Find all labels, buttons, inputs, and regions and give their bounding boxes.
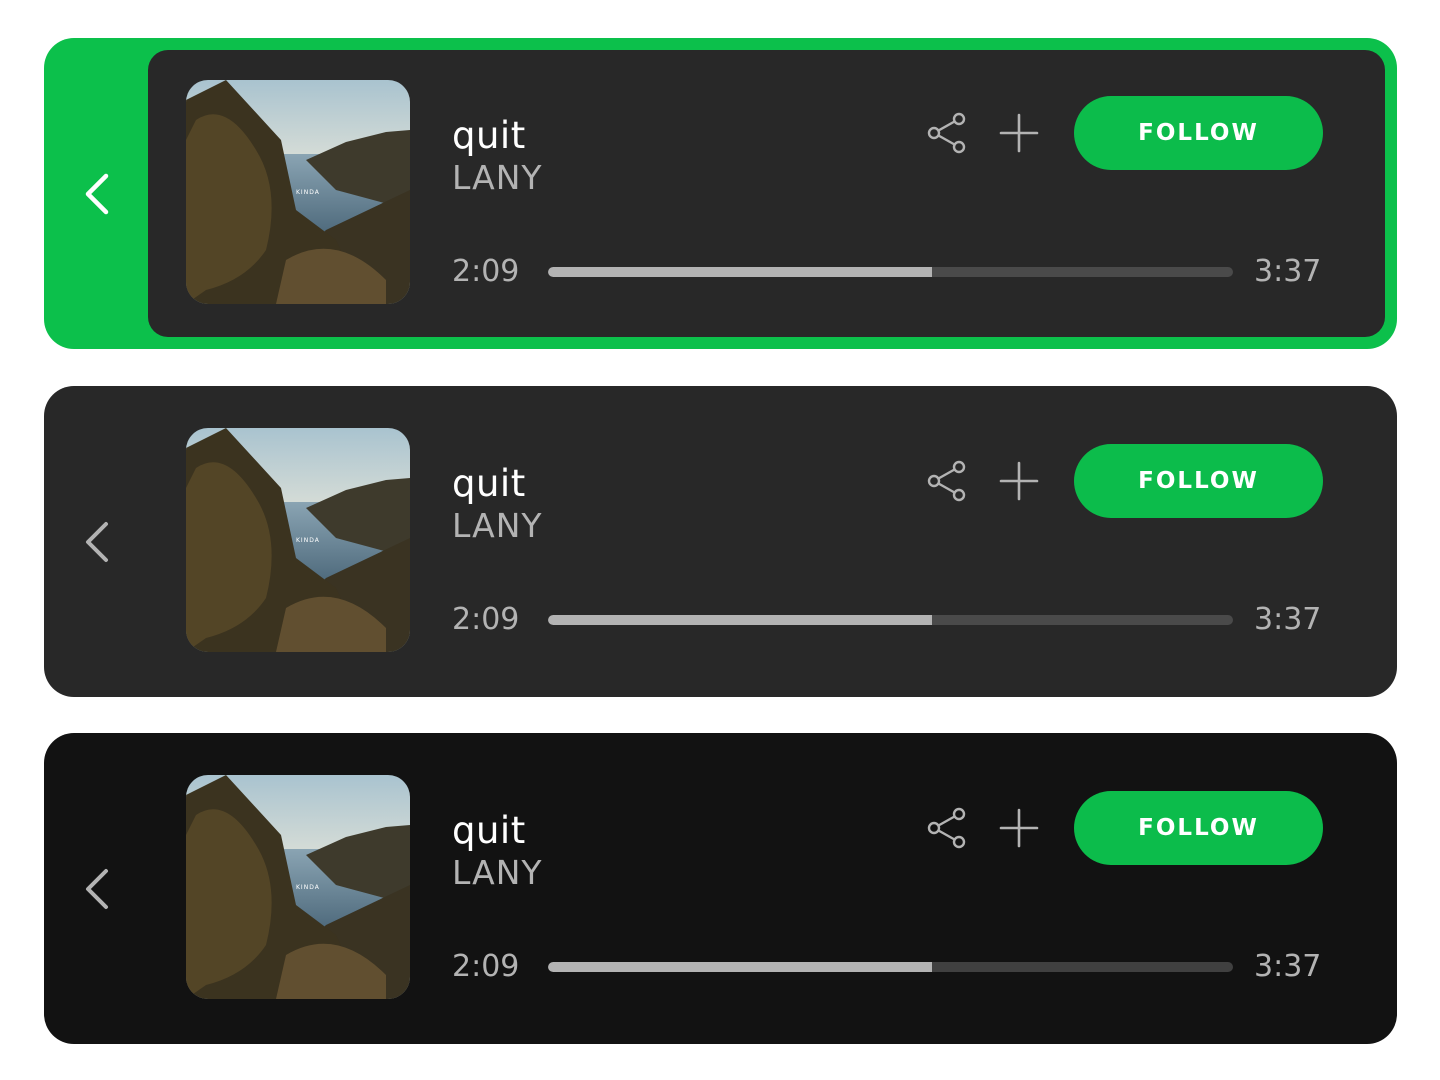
- album-art: KINDA: [186, 775, 410, 999]
- player-card-highlighted: KINDA quit LANY FOLLOW 2:09 3:37: [44, 38, 1397, 349]
- artist-name[interactable]: LANY: [452, 158, 543, 198]
- share-button[interactable]: [926, 807, 968, 849]
- chevron-left-icon: [86, 868, 108, 909]
- add-button[interactable]: [998, 460, 1040, 502]
- album-art-text: KINDA: [296, 537, 320, 544]
- progress-bar[interactable]: [548, 267, 1233, 277]
- album-art-text: KINDA: [296, 884, 320, 891]
- chevron-left-icon: [85, 173, 109, 214]
- duration-time: 3:37: [1254, 949, 1322, 984]
- progress-bar[interactable]: [548, 615, 1233, 625]
- elapsed-time: 2:09: [452, 602, 520, 637]
- elapsed-time: 2:09: [452, 254, 520, 289]
- share-icon: [927, 807, 966, 849]
- album-art-text: KINDA: [296, 189, 320, 196]
- plus-icon: [999, 461, 1039, 501]
- artist-name[interactable]: LANY: [452, 853, 543, 893]
- follow-button[interactable]: FOLLOW: [1074, 444, 1323, 518]
- duration-time: 3:37: [1254, 254, 1322, 289]
- player-card-inner: KINDA quit LANY FOLLOW 2:09 3:37: [148, 50, 1385, 337]
- share-button[interactable]: [926, 460, 968, 502]
- player-card-dark: KINDA quit LANY FOLLOW 2:09 3:37: [44, 733, 1397, 1044]
- artist-name[interactable]: LANY: [452, 506, 543, 546]
- plus-icon: [999, 808, 1039, 848]
- player-card-mid: KINDA quit LANY FOLLOW 2:09 3:37: [44, 386, 1397, 697]
- progress-bar[interactable]: [548, 962, 1233, 972]
- album-art: KINDA: [186, 80, 410, 304]
- elapsed-time: 2:09: [452, 949, 520, 984]
- add-button[interactable]: [998, 112, 1040, 154]
- share-button[interactable]: [926, 112, 968, 154]
- chevron-left-icon: [86, 521, 108, 562]
- track-title: quit: [452, 809, 526, 852]
- follow-button[interactable]: FOLLOW: [1074, 791, 1323, 865]
- back-button[interactable]: [68, 733, 126, 1044]
- follow-button[interactable]: FOLLOW: [1074, 96, 1323, 170]
- progress-fill: [548, 267, 932, 277]
- plus-icon: [999, 113, 1039, 153]
- back-button[interactable]: [68, 38, 126, 349]
- share-icon: [927, 460, 966, 502]
- progress-fill: [548, 615, 932, 625]
- back-button[interactable]: [68, 386, 126, 697]
- add-button[interactable]: [998, 807, 1040, 849]
- track-title: quit: [452, 462, 526, 505]
- duration-time: 3:37: [1254, 602, 1322, 637]
- progress-fill: [548, 962, 932, 972]
- track-title: quit: [452, 114, 526, 157]
- share-icon: [927, 112, 966, 154]
- album-art: KINDA: [186, 428, 410, 652]
